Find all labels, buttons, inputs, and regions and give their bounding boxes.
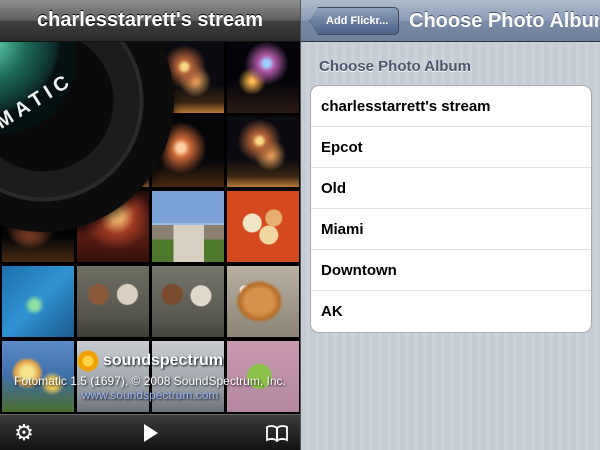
stream-panel: FOTOMATIC charlesstarrett's stream sound…: [0, 0, 300, 450]
navigation-bar: Add Flickr... Choose Photo Album: [301, 0, 600, 42]
photo-thumbnail[interactable]: [2, 266, 74, 337]
photo-thumbnail[interactable]: [227, 116, 299, 187]
photo-thumbnail[interactable]: [152, 266, 224, 337]
photo-thumbnail[interactable]: [152, 191, 224, 262]
photo-thumbnail[interactable]: [2, 341, 74, 412]
photo-thumbnail[interactable]: [227, 191, 299, 262]
album-item[interactable]: Epcot: [311, 127, 591, 168]
album-item[interactable]: Downtown: [311, 250, 591, 291]
book-icon: [266, 425, 288, 442]
photo-thumbnail[interactable]: [152, 341, 224, 412]
back-button-label: Add Flickr...: [326, 15, 389, 27]
album-list: charlesstarrett's stream Epcot Old Miami…: [310, 85, 592, 333]
settings-button[interactable]: ⚙: [9, 419, 39, 447]
photo-grid: FOTOMATIC: [0, 0, 300, 414]
album-item[interactable]: charlesstarrett's stream: [311, 86, 591, 127]
stream-title-bar: charlesstarrett's stream: [0, 0, 300, 42]
albums-button[interactable]: [262, 419, 292, 447]
album-item[interactable]: Miami: [311, 209, 591, 250]
slideshow-play-button[interactable]: [136, 419, 166, 447]
stream-title: charlesstarrett's stream: [37, 9, 263, 31]
gear-icon: ⚙: [14, 420, 34, 445]
album-item[interactable]: Old: [311, 168, 591, 209]
bottom-toolbar: ⚙: [0, 414, 300, 450]
photo-thumbnail[interactable]: [227, 341, 299, 412]
section-header: Choose Photo Album: [319, 58, 471, 75]
photo-thumbnail[interactable]: [227, 266, 299, 337]
photo-thumbnail[interactable]: [77, 341, 149, 412]
photo-thumbnail[interactable]: [227, 42, 299, 113]
back-button[interactable]: Add Flickr...: [309, 7, 400, 35]
nav-title: Choose Photo Album: [409, 9, 599, 32]
photo-thumbnail[interactable]: [77, 266, 149, 337]
play-icon: [144, 424, 158, 442]
album-item[interactable]: AK: [311, 291, 591, 332]
album-picker-panel: Add Flickr... Choose Photo Album Choose …: [300, 0, 600, 450]
